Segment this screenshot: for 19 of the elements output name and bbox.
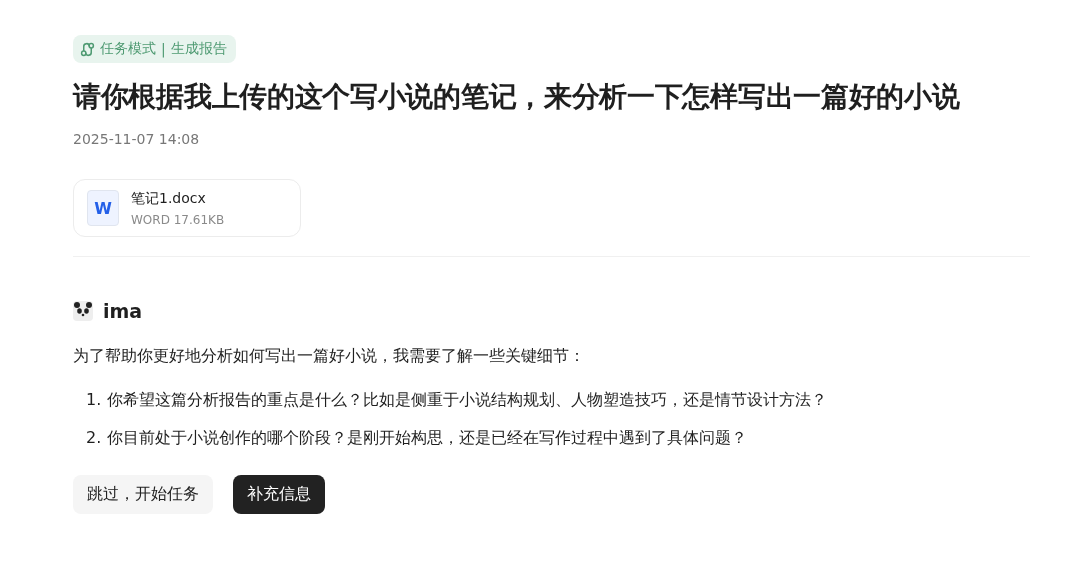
list-number: 1. <box>86 390 102 411</box>
question-text: 你希望这篇分析报告的重点是什么？比如是侧重于小说结构规划、人物塑造技巧，还是情节设计方法？ <box>107 390 828 411</box>
task-label: 生成报告 <box>170 40 227 58</box>
assistant-name: ima <box>103 300 143 322</box>
attachment-card[interactable]: W 笔记1.docx WORD 17.61KB <box>73 179 301 237</box>
question-title: 请你根据我上传的这个写小说的笔记，来分析一下怎样写出一篇好的小说 <box>73 79 961 115</box>
separator: | <box>161 41 166 57</box>
list-number: 2. <box>86 428 102 449</box>
word-file-icon: W <box>87 190 119 226</box>
timestamp: 2025-11-07 14:08 <box>73 131 201 147</box>
supplement-button[interactable]: 补充信息 <box>233 475 325 514</box>
question-text: 你目前处于小说创作的哪个阶段？是刚开始构思，还是已经在写作过程中遇到了具体问题？ <box>107 428 748 449</box>
skip-button[interactable]: 跳过，开始任务 <box>73 475 213 514</box>
file-name: 笔记1.docx <box>131 189 207 208</box>
intro-text: 为了帮助你更好地分析如何写出一篇好小说，我需要了解一些关键细节： <box>73 346 586 367</box>
file-meta: WORD 17.61KB <box>131 212 225 227</box>
panda-icon <box>73 301 93 321</box>
branch-icon <box>80 41 95 57</box>
mode-label: 任务模式 <box>100 40 156 58</box>
